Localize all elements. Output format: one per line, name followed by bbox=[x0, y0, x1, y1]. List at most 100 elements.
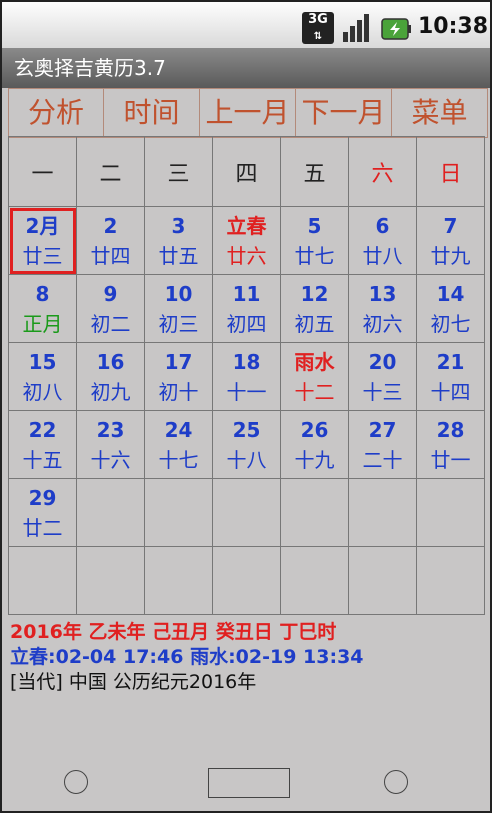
calendar-day-cell bbox=[212, 478, 281, 547]
lunar-date: 廿四 bbox=[90, 243, 131, 268]
lunar-date: 廿六 bbox=[226, 243, 267, 268]
day-number: 18 bbox=[232, 349, 261, 374]
calendar-week-row: 29 廿二 bbox=[8, 478, 485, 547]
calendar-day-cell[interactable]: 10 初三 bbox=[144, 274, 213, 343]
day-number: 26 bbox=[300, 417, 329, 442]
menu-bar: 分析 时间 上一月 下一月 菜单 bbox=[8, 88, 488, 138]
calendar-day-cell bbox=[212, 546, 281, 615]
day-number: 2月 bbox=[25, 213, 60, 238]
calendar-day-cell[interactable]: 14 初七 bbox=[416, 274, 485, 343]
day-number: 28 bbox=[436, 417, 465, 442]
day-number: 29 bbox=[28, 485, 57, 510]
lunar-date: 廿七 bbox=[294, 243, 335, 268]
calendar-day-cell[interactable]: 2 廿四 bbox=[76, 206, 145, 275]
calendar-day-cell bbox=[348, 478, 417, 547]
calendar-day-cell[interactable]: 20 十三 bbox=[348, 342, 417, 411]
day-number: 14 bbox=[436, 281, 465, 306]
calendar-day-cell bbox=[144, 546, 213, 615]
menu-button-2[interactable]: 上一月 bbox=[200, 89, 296, 137]
day-number: 11 bbox=[232, 281, 261, 306]
menu-button-4[interactable]: 菜单 bbox=[392, 89, 488, 137]
calendar-day-cell[interactable]: 27 二十 bbox=[348, 410, 417, 479]
calendar-day-cell[interactable]: 21 十四 bbox=[416, 342, 485, 411]
calendar-day-cell[interactable]: 11 初四 bbox=[212, 274, 281, 343]
calendar-day-cell[interactable]: 立春 廿六 bbox=[212, 206, 281, 275]
day-number: 立春 bbox=[226, 213, 267, 238]
calendar-day-cell bbox=[416, 478, 485, 547]
weekday-5: 六 bbox=[348, 136, 417, 207]
calendar-day-cell[interactable]: 25 十八 bbox=[212, 410, 281, 479]
calendar-day-cell[interactable]: 22 十五 bbox=[8, 410, 77, 479]
calendar-week-row bbox=[8, 546, 485, 615]
calendar-day-cell bbox=[348, 546, 417, 615]
ganzhi-line: 2016年 乙未年 己丑月 癸丑日 丁巳时 bbox=[10, 621, 337, 643]
calendar-grid: 一二三四五六日 2月 廿三 2 廿四 3 廿五 立春 廿六 5 廿七 6 廿八 7 廿九 8 正月 9 初二 10 初… bbox=[8, 136, 485, 615]
day-number: 17 bbox=[164, 349, 193, 374]
calendar-day-cell[interactable]: 3 廿五 bbox=[144, 206, 213, 275]
weekday-1: 二 bbox=[76, 136, 145, 207]
calendar-day-cell[interactable]: 26 十九 bbox=[280, 410, 349, 479]
calendar-day-cell[interactable]: 2月廿三 bbox=[8, 206, 77, 275]
calendar-day-cell[interactable]: 6 廿八 bbox=[348, 206, 417, 275]
calendar-day-cell[interactable]: 9 初二 bbox=[76, 274, 145, 343]
calendar-day-cell[interactable]: 28 廿一 bbox=[416, 410, 485, 479]
nav-back-button[interactable] bbox=[64, 770, 88, 794]
lunar-date: 初六 bbox=[362, 311, 403, 336]
lunar-date: 初四 bbox=[226, 311, 267, 336]
lunar-date: 初三 bbox=[158, 311, 199, 336]
day-number: 12 bbox=[300, 281, 329, 306]
lunar-date: 廿九 bbox=[430, 243, 471, 268]
day-number: 8 bbox=[35, 281, 50, 306]
lunar-date: 初七 bbox=[430, 311, 471, 336]
era-line: [当代] 中国 公历纪元2016年 bbox=[10, 671, 257, 693]
menu-button-1[interactable]: 时间 bbox=[104, 89, 200, 137]
weekday-3: 四 bbox=[212, 136, 281, 207]
weekday-4: 五 bbox=[280, 136, 349, 207]
network-3g-icon: 3G ⇅ bbox=[302, 12, 334, 44]
day-number: 24 bbox=[164, 417, 193, 442]
calendar-day-cell[interactable]: 雨水 十二 bbox=[280, 342, 349, 411]
calendar-week-row: 15 初八 16 初九 17 初十 18 十一 雨水 十二 20 十三 21 十四 bbox=[8, 342, 485, 411]
nav-home-button[interactable] bbox=[208, 768, 290, 798]
lunar-date: 十三 bbox=[362, 379, 403, 404]
lunar-date: 十九 bbox=[294, 447, 335, 472]
calendar-day-cell[interactable]: 15 初八 bbox=[8, 342, 77, 411]
menu-button-0[interactable]: 分析 bbox=[8, 89, 104, 137]
calendar-day-cell bbox=[416, 546, 485, 615]
calendar-day-cell[interactable]: 29 廿二 bbox=[8, 478, 77, 547]
calendar-day-cell[interactable]: 23 十六 bbox=[76, 410, 145, 479]
weekday-header-row: 一二三四五六日 bbox=[8, 136, 485, 207]
calendar-day-cell[interactable]: 12 初五 bbox=[280, 274, 349, 343]
day-number: 3 bbox=[171, 213, 186, 238]
lunar-date: 十二 bbox=[294, 379, 335, 404]
calendar-day-cell[interactable]: 24 十七 bbox=[144, 410, 213, 479]
day-number: 25 bbox=[232, 417, 261, 442]
calendar-day-cell bbox=[76, 546, 145, 615]
solar-term-line: 立春:02-04 17:46 雨水:02-19 13:34 bbox=[10, 646, 364, 668]
battery-charging-icon bbox=[381, 18, 411, 40]
nav-recent-button[interactable] bbox=[384, 770, 408, 794]
calendar-day-cell bbox=[76, 478, 145, 547]
calendar-week-row: 2月 廿三 2 廿四 3 廿五 立春 廿六 5 廿七 6 廿八 7 廿九 bbox=[8, 206, 485, 275]
lunar-date: 二十 bbox=[362, 447, 403, 472]
calendar-day-cell[interactable]: 8 正月 bbox=[8, 274, 77, 343]
calendar-day-cell[interactable]: 16 初九 bbox=[76, 342, 145, 411]
lunar-date: 十八 bbox=[226, 447, 267, 472]
lunar-date: 初八 bbox=[22, 379, 63, 404]
lunar-date: 廿三 bbox=[22, 243, 63, 268]
date-info-panel: 2016年 乙未年 己丑月 癸丑日 丁巳时 立春:02-04 17:46 雨水:… bbox=[10, 620, 364, 695]
menu-button-3[interactable]: 下一月 bbox=[296, 89, 392, 137]
app-title: 玄奥择吉黄历3.7 bbox=[0, 48, 492, 88]
day-number: 9 bbox=[103, 281, 118, 306]
calendar-week-row: 8 正月 9 初二 10 初三 11 初四 12 初五 13 初六 14 初七 bbox=[8, 274, 485, 343]
calendar-day-cell[interactable]: 7 廿九 bbox=[416, 206, 485, 275]
lunar-date: 十四 bbox=[430, 379, 471, 404]
lunar-date: 初二 bbox=[90, 311, 131, 336]
calendar-day-cell[interactable]: 5 廿七 bbox=[280, 206, 349, 275]
calendar-day-cell[interactable]: 13 初六 bbox=[348, 274, 417, 343]
day-number: 22 bbox=[28, 417, 57, 442]
calendar-day-cell[interactable]: 18 十一 bbox=[212, 342, 281, 411]
calendar-day-cell[interactable]: 17 初十 bbox=[144, 342, 213, 411]
lunar-date: 廿八 bbox=[362, 243, 403, 268]
day-number: 27 bbox=[368, 417, 397, 442]
